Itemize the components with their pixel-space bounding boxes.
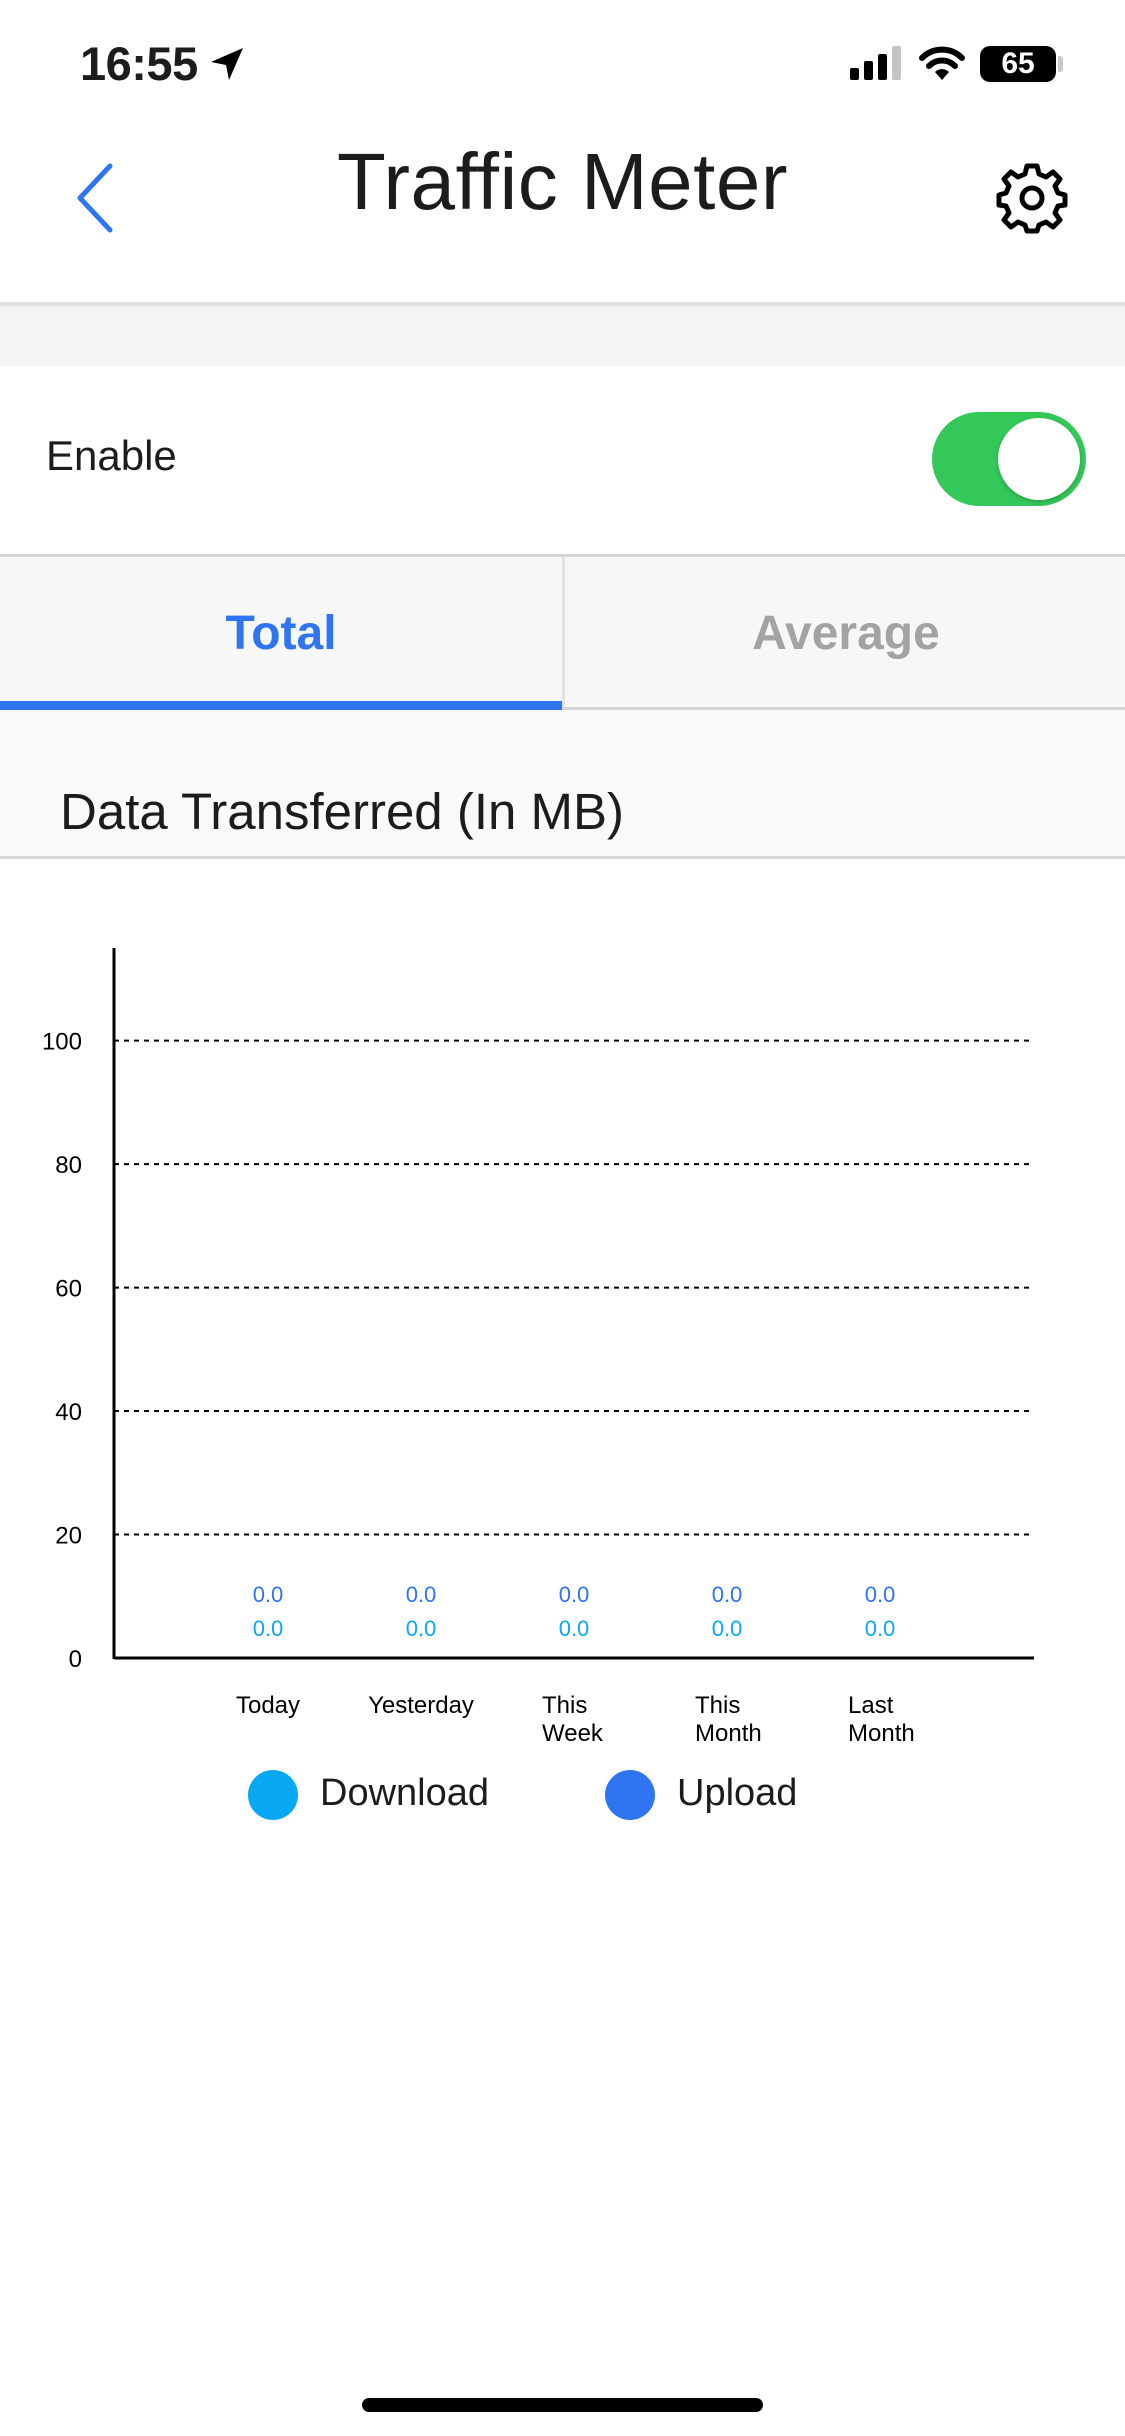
data-label-download: 0.0: [865, 1616, 896, 1641]
gear-icon: [996, 163, 1068, 234]
tab-total[interactable]: Total: [0, 557, 562, 707]
x-tick-label: Week: [542, 1720, 604, 1747]
traffic-bar-chart: 0 20 40 60 80 100 0.0 0.0 Today 0.0 0.0 Yesterday 0.…: [42, 948, 1034, 1747]
y-tick-label: 20: [55, 1523, 82, 1550]
legend-dot-download: [248, 1770, 298, 1820]
x-tick-label: Month: [695, 1720, 762, 1747]
cellular-signal-icon: [850, 46, 902, 85]
x-tick-label: Month: [848, 1720, 915, 1747]
y-tick-label: 80: [55, 1152, 82, 1179]
data-label-download: 0.0: [559, 1616, 590, 1641]
data-label-download: 0.0: [712, 1616, 743, 1641]
tab-average[interactable]: Average: [565, 557, 1125, 707]
legend-label-download: Download: [320, 1772, 489, 1814]
y-tick-label: 0: [69, 1646, 82, 1673]
active-tab-indicator: [0, 701, 562, 710]
toggle-knob: [998, 418, 1080, 500]
y-tick-label: 40: [55, 1399, 82, 1426]
x-tick-label: Today: [236, 1692, 300, 1719]
x-tick-label: This: [695, 1692, 740, 1719]
x-tick-label: This: [542, 1692, 587, 1719]
y-tick-label: 100: [42, 1029, 82, 1056]
x-tick-label: Yesterday: [368, 1692, 474, 1719]
enable-toggle[interactable]: [932, 412, 1086, 506]
status-time: 16:55: [80, 37, 198, 90]
location-arrow-icon: [207, 44, 247, 89]
data-label-upload: 0.0: [253, 1582, 284, 1607]
data-label-upload: 0.0: [712, 1582, 743, 1607]
data-label-upload: 0.0: [865, 1582, 896, 1607]
x-tick-label: Last: [848, 1692, 894, 1719]
page-title: Traffic Meter: [336, 137, 789, 226]
data-label-download: 0.0: [253, 1616, 284, 1641]
battery-cap: [1058, 56, 1063, 72]
section-header: Data Transferred (In MB): [0, 710, 1125, 859]
enable-row: Enable: [0, 366, 1125, 557]
navigation-bar: Traffic Meter: [0, 128, 1125, 304]
data-label-download: 0.0: [406, 1616, 437, 1641]
data-label-upload: 0.0: [559, 1582, 590, 1607]
y-tick-label: 60: [55, 1276, 82, 1303]
chart-legend: Download Upload: [0, 1768, 1125, 1848]
legend-dot-upload: [605, 1770, 655, 1820]
section-spacer: [0, 302, 1125, 370]
wifi-icon: [918, 44, 966, 87]
legend-label-upload: Upload: [677, 1772, 798, 1814]
home-indicator: [362, 2398, 763, 2412]
chart-container: 0 20 40 60 80 100 0.0 0.0 Today 0.0 0.0 Yesterday 0.…: [0, 860, 1125, 1860]
settings-button[interactable]: [996, 146, 1068, 246]
tab-bar: Total Average: [0, 557, 1125, 710]
battery-icon: 65: [980, 46, 1056, 82]
section-header-title: Data Transferred (In MB): [60, 783, 625, 840]
enable-label: Enable: [46, 432, 177, 479]
status-bar: 16:55 65: [0, 0, 1125, 128]
data-label-upload: 0.0: [406, 1582, 437, 1607]
